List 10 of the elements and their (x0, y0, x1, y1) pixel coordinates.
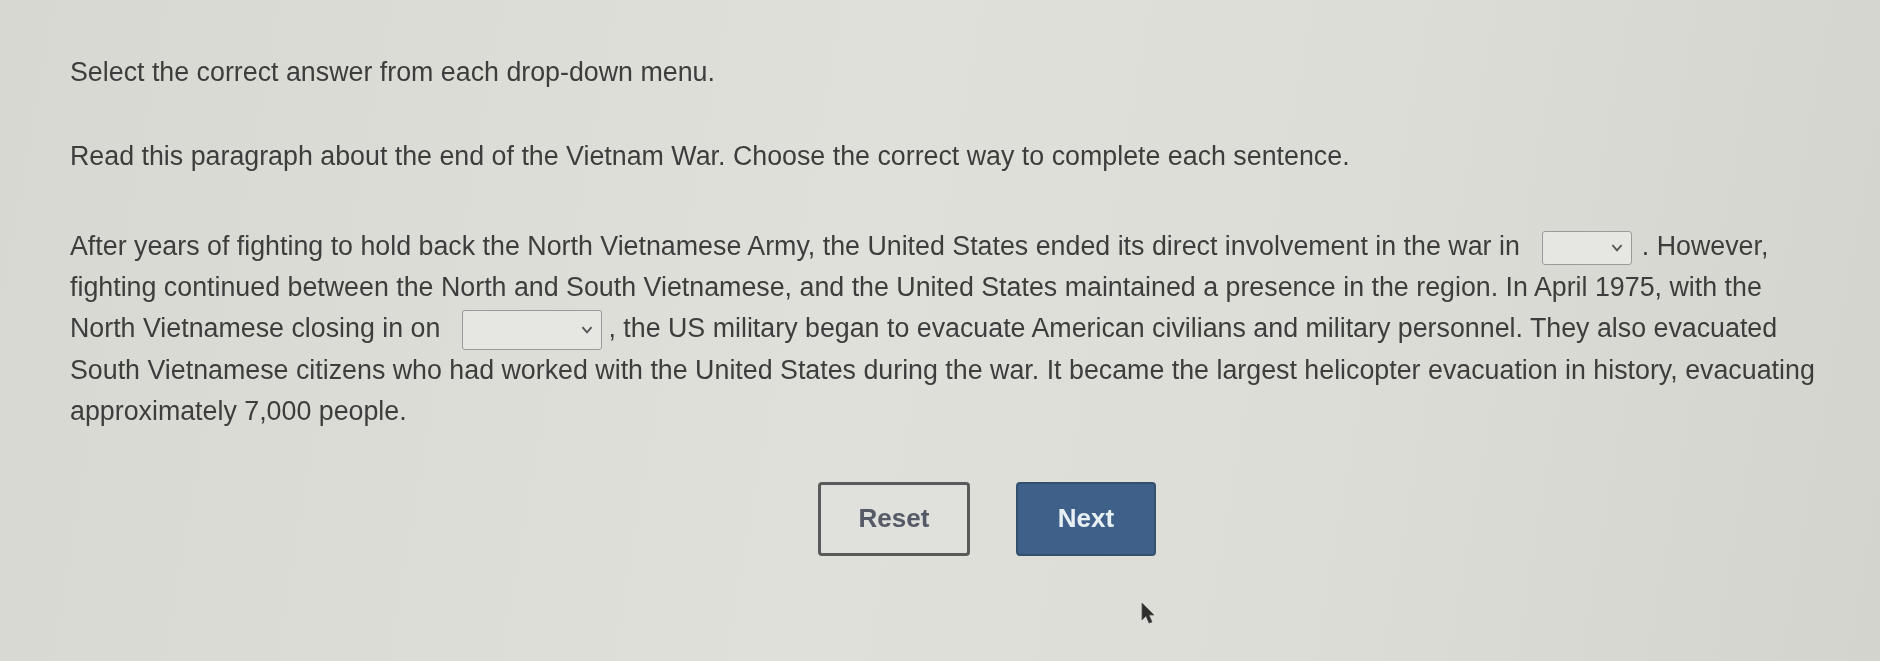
mouse-pointer-icon (1141, 602, 1155, 624)
dropdown-menu[interactable] (1541, 230, 1632, 265)
chevron-down-icon (1610, 243, 1623, 252)
next-button[interactable]: Next (1016, 481, 1156, 556)
reset-button[interactable]: Reset (818, 481, 970, 556)
passage-text: After years of fighting to hold back the North Vietnamese Army, the United States ended its direct involvement in the war in . However, fighting continued between the North and South Vietnamese, and the United States maintained a presence in the region. In April 1975, with the North Vietnamese closing in on , the US military began to evacuate American civilians and military personnel. They also evacuated South Vietnamese citizens who had worked with the United States during the war. It became the largest helicopter evacuation in history, evacuating approximately 7,000 people. (70, 229, 1816, 428)
instruction-text: Select the correct answer from each drop-down menu. (70, 56, 716, 88)
dropdown-menu[interactable] (462, 309, 603, 350)
chevron-down-icon (581, 325, 594, 334)
instruction-text: Read this paragraph about the end of the Vietnam War. Choose the correct way to complete each sentence. (70, 140, 1351, 172)
